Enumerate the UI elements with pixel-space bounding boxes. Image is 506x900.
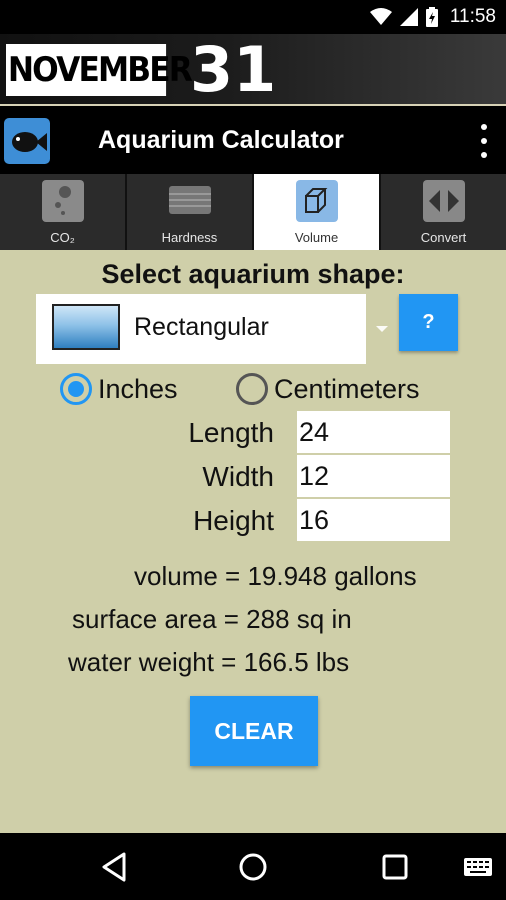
status-icons: 11:58 <box>369 6 496 28</box>
overflow-menu-icon[interactable] <box>480 124 488 158</box>
status-time: 11:58 <box>449 6 496 27</box>
hardness-icon <box>168 180 211 222</box>
banner-day: 31 <box>190 33 277 106</box>
surface-area-result: surface area = 288 sq in <box>72 604 352 634</box>
convert-icon <box>422 180 465 222</box>
app-bar: Aquarium Calculator <box>0 108 506 174</box>
shape-selected-label: Rectangular <box>134 313 269 341</box>
rectangular-shape-icon <box>52 304 120 350</box>
tab-convert[interactable]: Convert <box>381 174 506 250</box>
width-label: Width <box>202 461 274 492</box>
tab-hardness[interactable]: Hardness <box>127 174 254 250</box>
length-row: Length <box>0 411 506 455</box>
fish-icon <box>4 118 50 164</box>
tab-label: Volume <box>294 230 339 245</box>
radio-unchecked-icon <box>236 373 268 405</box>
help-button[interactable]: ? <box>399 294 458 351</box>
shape-dropdown[interactable]: Rectangular <box>36 294 366 364</box>
length-input[interactable] <box>297 411 450 453</box>
status-bar: 11:58 <box>0 0 506 34</box>
inches-label: Inches <box>98 373 178 404</box>
tab-label: Convert <box>420 230 467 245</box>
height-row: Height <box>0 499 506 543</box>
volume-result: volume = 19.948 gallons <box>134 561 417 591</box>
water-weight-result: water weight = 166.5 lbs <box>68 647 350 677</box>
centimeters-radio[interactable]: Centimeters <box>236 371 420 407</box>
width-input[interactable] <box>297 455 450 497</box>
width-row: Width <box>0 455 506 499</box>
volume-panel: Select aquarium shape: Rectangular ? Inc… <box>0 250 506 833</box>
banner-ad[interactable]: NOVEMBER 31 <box>0 34 506 106</box>
navigation-bar <box>0 833 506 900</box>
tab-label: Hardness <box>161 230 218 245</box>
keyboard-icon[interactable] <box>463 850 493 884</box>
home-icon[interactable] <box>236 850 270 884</box>
recents-icon[interactable] <box>378 850 412 884</box>
back-icon[interactable] <box>98 850 132 884</box>
tab-volume[interactable]: Volume <box>254 174 381 250</box>
length-label: Length <box>188 417 274 448</box>
height-input[interactable] <box>297 499 450 541</box>
co2-icon <box>41 180 84 222</box>
tab-bar: CO₂ Hardness Volume Convert <box>0 174 506 250</box>
height-label: Height <box>193 505 274 536</box>
wifi-icon <box>369 8 392 25</box>
shape-heading: Select aquarium shape: <box>101 259 405 289</box>
battery-icon <box>425 7 438 27</box>
centimeters-label: Centimeters <box>274 373 420 404</box>
radio-checked-icon <box>60 373 92 405</box>
tab-co2[interactable]: CO₂ <box>0 174 127 250</box>
banner-month: NOVEMBER <box>6 44 193 96</box>
tab-label: CO₂ <box>50 230 75 245</box>
dropdown-arrow-icon[interactable] <box>376 326 388 332</box>
clear-button[interactable]: CLEAR <box>190 696 318 766</box>
inches-radio[interactable]: Inches <box>60 371 178 407</box>
app-title: Aquarium Calculator <box>98 126 344 154</box>
cube-icon <box>295 180 338 222</box>
signal-icon <box>399 8 418 26</box>
